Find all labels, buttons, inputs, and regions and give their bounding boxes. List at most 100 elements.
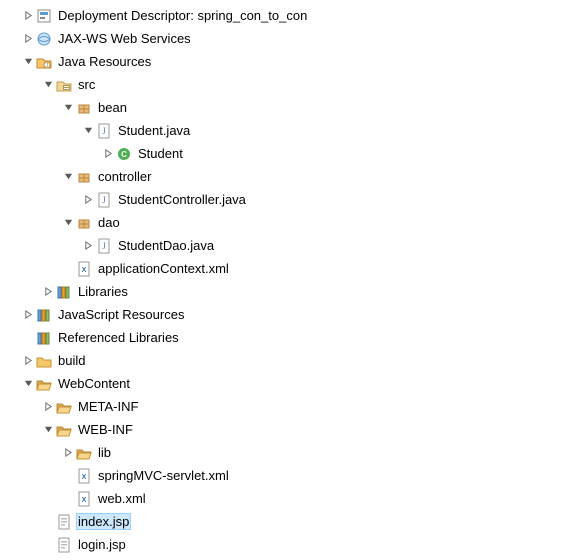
tree-row[interactable]: lib [0,441,575,464]
tree-item-label[interactable]: src [76,76,97,93]
svg-text:C: C [121,150,127,159]
dd-icon [36,8,52,24]
expand-toggle-closed[interactable] [60,441,76,464]
javafile-icon: J [96,192,112,208]
tree-item-label[interactable]: JavaScript Resources [56,306,186,323]
tree-item-label[interactable]: Student [136,145,185,162]
tree-row[interactable]: login.jsp [0,533,575,556]
tree-row[interactable]: J StudentController.java [0,188,575,211]
tree-row[interactable]: J StudentDao.java [0,234,575,257]
expand-toggle-open[interactable] [80,119,96,142]
expand-toggle-open[interactable] [40,418,56,441]
tree-row[interactable]: controller [0,165,575,188]
svg-text:J: J [102,195,106,205]
expand-toggle-closed[interactable] [20,303,36,326]
folder-icon [36,353,52,369]
expand-toggle-none [40,510,56,533]
tree-row[interactable]: src [0,73,575,96]
tree-row[interactable]: XapplicationContext.xml [0,257,575,280]
class-icon: C [116,146,132,162]
svg-text:X: X [82,497,87,504]
library-icon [36,307,52,323]
folderopen-icon [56,422,72,438]
tree-item-label[interactable]: JAX-WS Web Services [56,30,193,47]
tree-item-label[interactable]: Libraries [76,283,130,300]
tree-row[interactable]: index.jsp [0,510,575,533]
tree-item-label[interactable]: Deployment Descriptor: spring_con_to_con [56,7,309,24]
tree-item-label[interactable]: lib [96,444,113,461]
jspfile-icon [56,514,72,530]
tree-item-label[interactable]: applicationContext.xml [96,260,231,277]
svg-text:J: J [102,126,106,136]
xmlfile-icon: X [76,491,92,507]
tree-row[interactable]: bean [0,96,575,119]
expand-toggle-none [60,257,76,280]
project-explorer-tree[interactable]: Deployment Descriptor: spring_con_to_con… [0,4,575,556]
tree-item-label[interactable]: dao [96,214,122,231]
tree-row[interactable]: J Student.java [0,119,575,142]
expand-toggle-none [20,326,36,349]
tree-row[interactable]: JavaScript Resources [0,303,575,326]
expand-toggle-closed[interactable] [40,395,56,418]
tree-item-label[interactable]: META-INF [76,398,140,415]
tree-item-label[interactable]: WEB-INF [76,421,135,438]
expand-toggle-closed[interactable] [20,4,36,27]
tree-row[interactable]: JAX-WS Web Services [0,27,575,50]
tree-row[interactable]: JJava Resources [0,50,575,73]
svg-text:J: J [102,241,106,251]
tree-row[interactable]: META-INF [0,395,575,418]
expand-toggle-closed[interactable] [100,142,116,165]
tree-item-label[interactable]: Student.java [116,122,192,139]
tree-item-label[interactable]: bean [96,99,129,116]
javares-icon: J [36,54,52,70]
expand-toggle-open[interactable] [40,73,56,96]
tree-item-label[interactable]: Java Resources [56,53,153,70]
tree-row[interactable]: XspringMVC-servlet.xml [0,464,575,487]
library-icon [36,330,52,346]
tree-item-label[interactable]: build [56,352,87,369]
tree-item-label[interactable]: Referenced Libraries [56,329,181,346]
expand-toggle-closed[interactable] [80,234,96,257]
tree-item-label[interactable]: index.jsp [76,513,131,530]
tree-row[interactable]: Referenced Libraries [0,326,575,349]
srcfolder-icon [56,77,72,93]
expand-toggle-open[interactable] [20,50,36,73]
tree-row[interactable]: WebContent [0,372,575,395]
jaxws-icon [36,31,52,47]
folderopen-icon [56,399,72,415]
tree-item-label[interactable]: web.xml [96,490,148,507]
svg-text:X: X [82,474,87,481]
javafile-icon: J [96,123,112,139]
folderopen-icon [36,376,52,392]
tree-row[interactable]: dao [0,211,575,234]
tree-item-label[interactable]: StudentController.java [116,191,248,208]
expand-toggle-open[interactable] [60,165,76,188]
tree-row[interactable]: Xweb.xml [0,487,575,510]
tree-item-label[interactable]: StudentDao.java [116,237,216,254]
expand-toggle-closed[interactable] [40,280,56,303]
expand-toggle-closed[interactable] [20,349,36,372]
tree-row[interactable]: WEB-INF [0,418,575,441]
tree-item-label[interactable]: WebContent [56,375,132,392]
tree-row[interactable]: C Student [0,142,575,165]
expand-toggle-none [40,533,56,556]
xmlfile-icon: X [76,468,92,484]
tree-row[interactable]: Libraries [0,280,575,303]
tree-row[interactable]: Deployment Descriptor: spring_con_to_con [0,4,575,27]
tree-item-label[interactable]: controller [96,168,153,185]
tree-item-label[interactable]: login.jsp [76,536,128,553]
folderopen-icon [76,445,92,461]
expand-toggle-closed[interactable] [20,27,36,50]
svg-text:X: X [82,267,87,274]
expand-toggle-open[interactable] [20,372,36,395]
xmlfile-icon: X [76,261,92,277]
tree-item-label[interactable]: springMVC-servlet.xml [96,467,231,484]
expand-toggle-open[interactable] [60,96,76,119]
tree-row[interactable]: build [0,349,575,372]
jspfile-icon [56,537,72,553]
expand-toggle-none [60,487,76,510]
javafile-icon: J [96,238,112,254]
expand-toggle-closed[interactable] [80,188,96,211]
package-icon [76,215,92,231]
expand-toggle-open[interactable] [60,211,76,234]
